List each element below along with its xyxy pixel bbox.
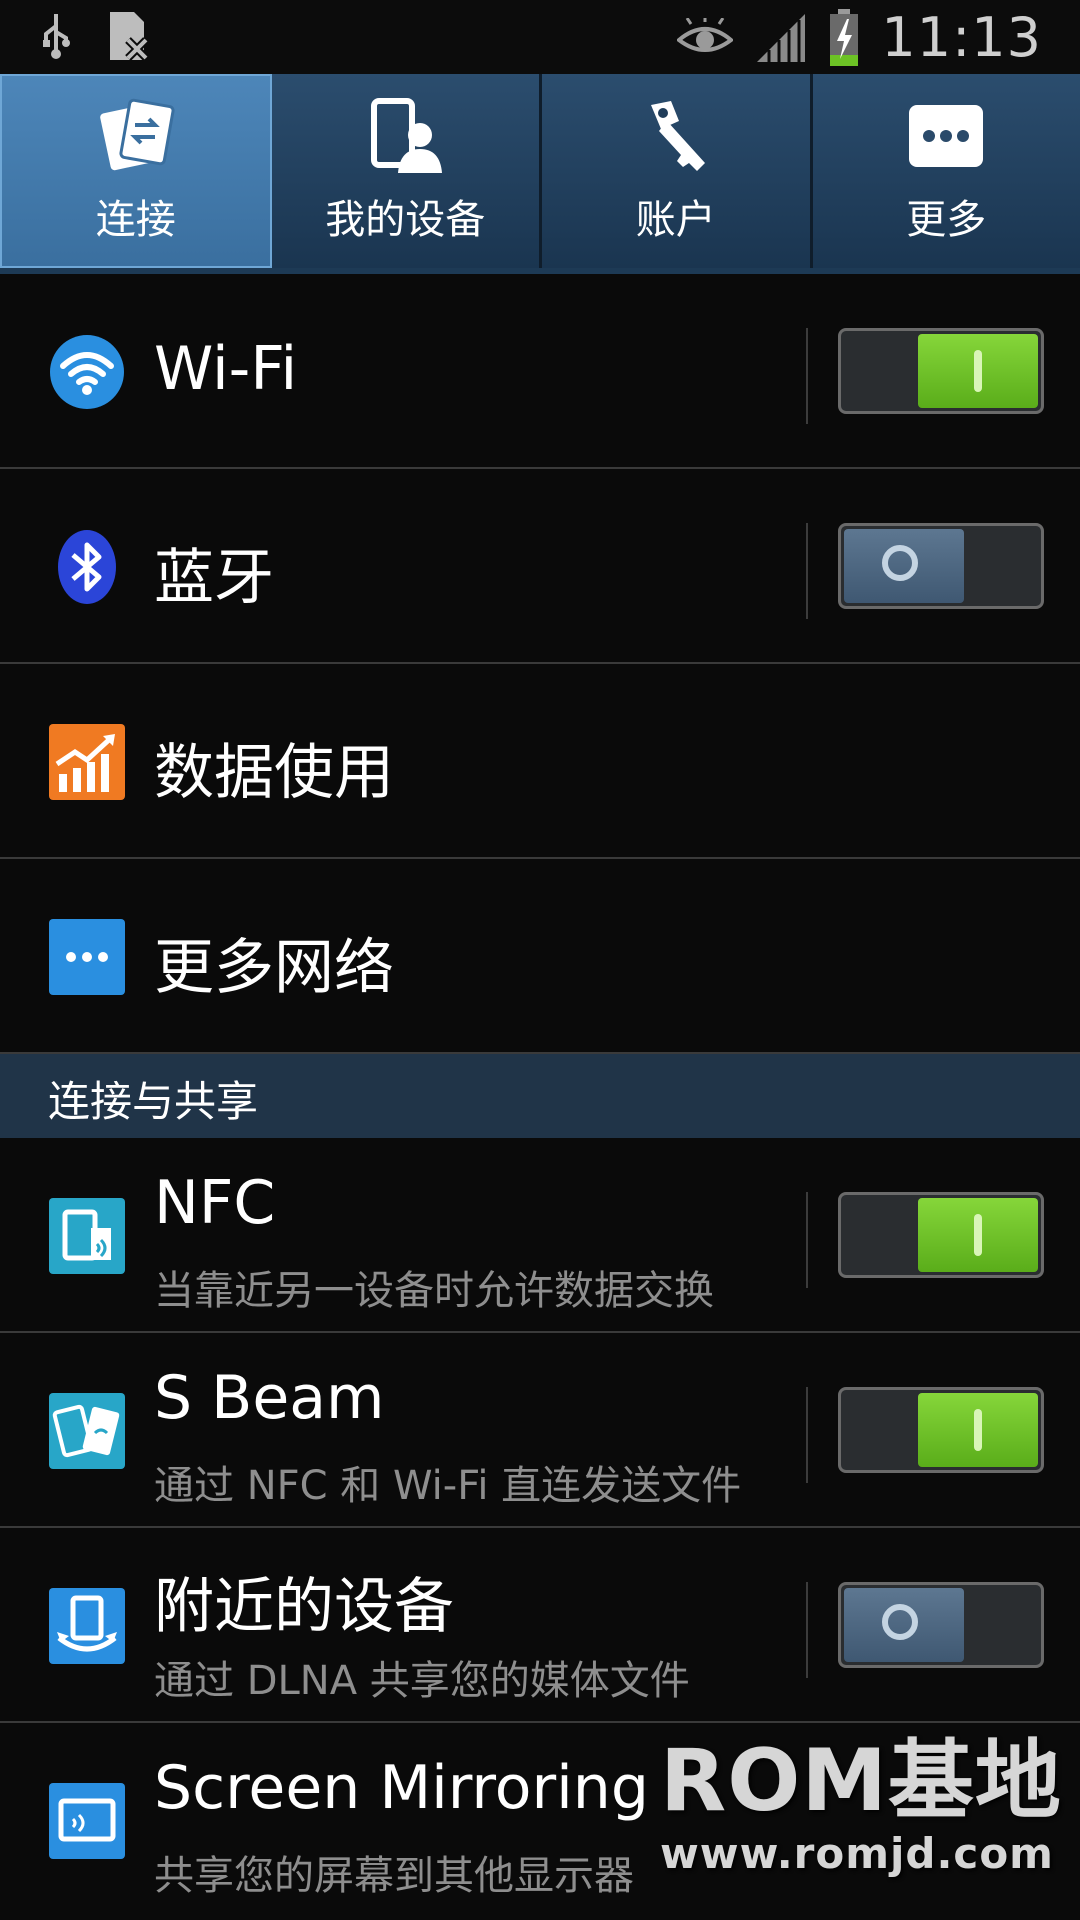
row-divider	[806, 1387, 808, 1483]
screen-mirroring-subtitle: 共享您的屏幕到其他显示器	[154, 1853, 634, 1899]
tab-label: 账户	[635, 197, 716, 243]
nfc-subtitle: 当靠近另一设备时允许数据交换	[154, 1268, 714, 1314]
row-divider	[806, 1192, 808, 1288]
nearby-devices-title: 附近的设备	[154, 1572, 454, 1642]
section-header: 连接与共享	[0, 1054, 1080, 1138]
data-usage-icon	[49, 724, 125, 800]
nearby-devices-icon	[49, 1588, 125, 1664]
tab-label: 连接	[95, 197, 176, 243]
my-device-icon	[371, 98, 443, 173]
toggle-knob	[918, 334, 1038, 408]
status-time: 11:13	[881, 6, 1042, 69]
nearby-devices-row[interactable]: 附近的设备 通过 DLNA 共享您的媒体文件	[0, 1528, 1080, 1723]
settings-list: Wi-Fi 蓝牙 数据使用 更多网络 连接与共享 NFC 当靠近另一设备时允许数…	[0, 274, 1080, 1918]
screen-mirroring-icon	[49, 1783, 125, 1859]
nearby-devices-subtitle: 通过 DLNA 共享您的媒体文件	[154, 1658, 690, 1704]
usb-icon	[43, 14, 70, 59]
accounts-key-icon	[650, 101, 705, 171]
eye-icon	[677, 17, 734, 52]
settings-tabs: 连接 我的设备 账户 更多	[0, 74, 1080, 268]
toggle-knob	[844, 529, 964, 603]
wifi-title: Wi-Fi	[154, 334, 298, 404]
wifi-toggle[interactable]	[838, 328, 1044, 414]
sbeam-toggle[interactable]	[838, 1387, 1044, 1473]
more-networks-icon	[49, 919, 125, 995]
row-divider	[806, 523, 808, 619]
bluetooth-toggle[interactable]	[838, 523, 1044, 609]
sbeam-title: S Beam	[154, 1363, 385, 1433]
wifi-icon	[50, 335, 124, 409]
battery-charging-icon	[830, 8, 859, 66]
wifi-row[interactable]: Wi-Fi	[0, 274, 1080, 469]
sbeam-row[interactable]: S Beam 通过 NFC 和 Wi-Fi 直连发送文件	[0, 1333, 1080, 1528]
data-usage-row[interactable]: 数据使用	[0, 664, 1080, 859]
nfc-title: NFC	[154, 1168, 276, 1238]
more-dots-icon	[909, 105, 984, 167]
connections-icon	[99, 98, 175, 171]
row-divider	[806, 328, 808, 424]
tab-label: 我的设备	[325, 197, 486, 243]
sbeam-subtitle: 通过 NFC 和 Wi-Fi 直连发送文件	[154, 1463, 742, 1509]
toggle-knob	[918, 1393, 1038, 1467]
toggle-knob	[844, 1588, 964, 1662]
watermark: ROM基地 www.romjd.com	[660, 1710, 1062, 1878]
nearby-devices-toggle[interactable]	[838, 1582, 1044, 1668]
more-networks-title: 更多网络	[154, 933, 394, 1003]
no-sim-icon	[110, 12, 149, 61]
sbeam-icon	[49, 1393, 125, 1469]
tab-connections[interactable]: 连接	[0, 74, 272, 268]
row-divider	[806, 1582, 808, 1678]
bluetooth-row[interactable]: 蓝牙	[0, 469, 1080, 664]
section-label: 连接与共享	[48, 1077, 259, 1126]
tab-accounts[interactable]: 账户	[542, 74, 813, 268]
signal-icon	[757, 13, 806, 62]
tab-my-device[interactable]: 我的设备	[272, 74, 542, 268]
screen-mirroring-title: Screen Mirroring	[154, 1753, 649, 1823]
tab-more[interactable]: 更多	[813, 74, 1080, 268]
toggle-knob	[918, 1198, 1038, 1272]
watermark-brand: ROM基地	[660, 1731, 1062, 1831]
more-networks-row[interactable]: 更多网络	[0, 859, 1080, 1054]
watermark-url: www.romjd.com	[660, 1829, 1054, 1878]
data-usage-title: 数据使用	[154, 738, 394, 808]
nfc-icon	[49, 1198, 125, 1274]
bluetooth-title: 蓝牙	[154, 543, 274, 613]
nfc-row[interactable]: NFC 当靠近另一设备时允许数据交换	[0, 1138, 1080, 1333]
bluetooth-icon	[58, 530, 116, 604]
tab-label: 更多	[906, 197, 987, 243]
status-bar: 11:13	[0, 0, 1080, 74]
nfc-toggle[interactable]	[838, 1192, 1044, 1278]
